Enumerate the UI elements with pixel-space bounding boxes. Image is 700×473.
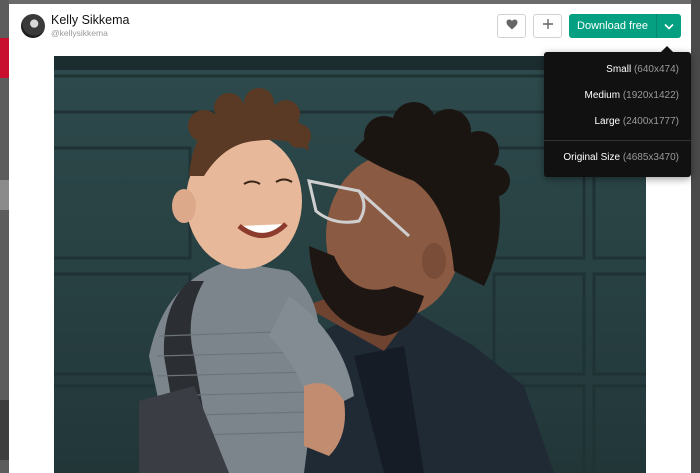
background-strip [0, 38, 9, 78]
like-button[interactable] [497, 14, 526, 38]
menu-item-dimensions: (640x474) [633, 64, 679, 75]
background-strip [0, 180, 9, 210]
avatar[interactable] [21, 14, 45, 38]
menu-caret [661, 46, 673, 52]
download-free-button[interactable]: Download free [569, 14, 656, 38]
menu-item-original-size[interactable]: Original Size (4685x3470) [563, 152, 679, 163]
photo-modal: Kelly Sikkema @kellysikkema Download fre… [9, 4, 691, 473]
chevron-down-icon [664, 17, 674, 35]
background-page-left [0, 0, 9, 473]
menu-item-label: Medium [584, 90, 621, 101]
menu-item-medium[interactable]: Medium (1920x1422) [584, 90, 679, 101]
menu-item-dimensions: (4685x3470) [622, 152, 679, 163]
menu-item-dimensions: (2400x1777) [622, 116, 679, 127]
menu-divider [544, 140, 691, 141]
menu-item-large[interactable]: Large (2400x1777) [594, 116, 679, 127]
menu-item-label: Small [606, 64, 632, 75]
download-size-menu: Small (640x474) Medium (1920x1422) Large… [544, 46, 691, 177]
menu-item-dimensions: (1920x1422) [622, 90, 679, 101]
download-size-toggle[interactable] [656, 14, 681, 38]
author-handle[interactable]: @kellysikkema [51, 28, 108, 38]
modal-header: Kelly Sikkema @kellysikkema Download fre… [9, 4, 691, 52]
plus-icon [542, 17, 554, 35]
menu-item-small[interactable]: Small (640x474) [606, 64, 679, 75]
heart-icon [506, 17, 518, 35]
background-page-right [691, 0, 700, 473]
background-strip [0, 400, 9, 460]
collect-button[interactable] [533, 14, 562, 38]
author-name[interactable]: Kelly Sikkema [51, 13, 130, 27]
menu-item-label: Large [594, 116, 621, 127]
menu-item-label: Original Size [563, 152, 621, 163]
download-button-group: Download free [569, 14, 681, 38]
